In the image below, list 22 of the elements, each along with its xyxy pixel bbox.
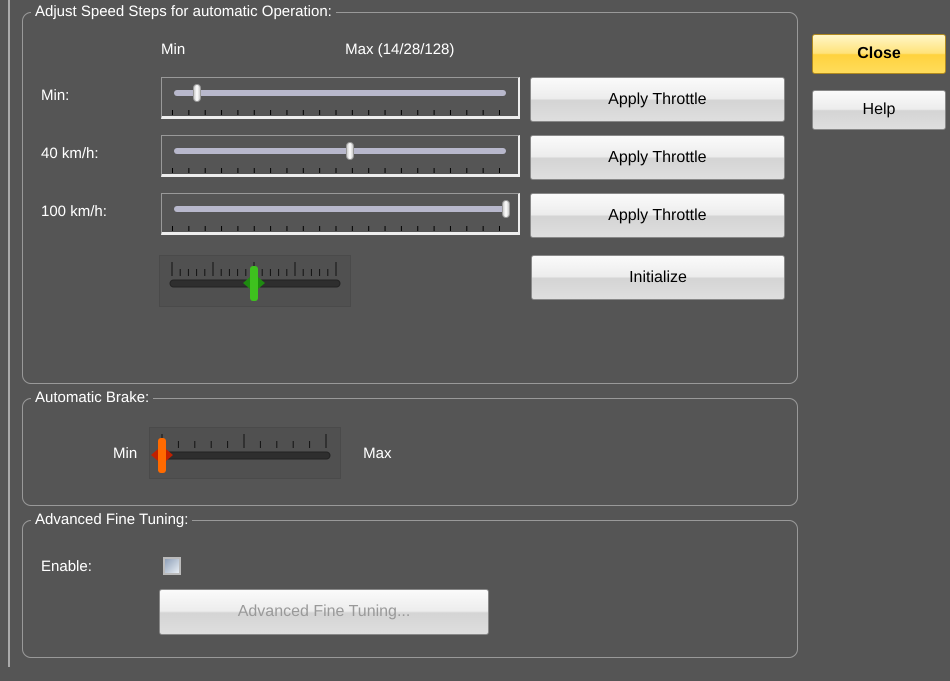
initialize-button[interactable]: Initialize bbox=[531, 255, 785, 300]
enable-label: Enable: bbox=[41, 558, 93, 574]
min-label: Min bbox=[113, 444, 138, 462]
slider-thumb[interactable] bbox=[502, 200, 510, 218]
dialog-button[interactable]: Help bbox=[812, 90, 946, 130]
speed-label: 40 km/h: bbox=[41, 144, 100, 162]
slider-thumb[interactable] bbox=[243, 266, 265, 301]
max-label: Max (14/28/128) bbox=[345, 41, 454, 60]
apply-throttle-button[interactable]: Apply Throttle bbox=[530, 193, 785, 238]
apply-throttle-button[interactable]: Apply Throttle bbox=[530, 77, 785, 122]
group-title: Adjust Speed Steps for automatic Operation: bbox=[31, 3, 336, 20]
speed-label: 100 km/h: bbox=[41, 202, 108, 220]
slider-thumb[interactable] bbox=[192, 84, 201, 102]
dialog-button[interactable]: Close bbox=[812, 34, 946, 74]
apply-throttle-button[interactable]: Apply Throttle bbox=[530, 135, 785, 180]
max-label: Max bbox=[363, 444, 392, 462]
slider-thumb[interactable] bbox=[151, 438, 174, 473]
group-title: Advanced Fine Tuning: bbox=[31, 511, 192, 528]
slider-thumb[interactable] bbox=[346, 142, 354, 160]
min-label: Min bbox=[161, 41, 186, 60]
enable-checkbox[interactable] bbox=[163, 557, 181, 575]
speed-label: Min: bbox=[41, 86, 70, 104]
